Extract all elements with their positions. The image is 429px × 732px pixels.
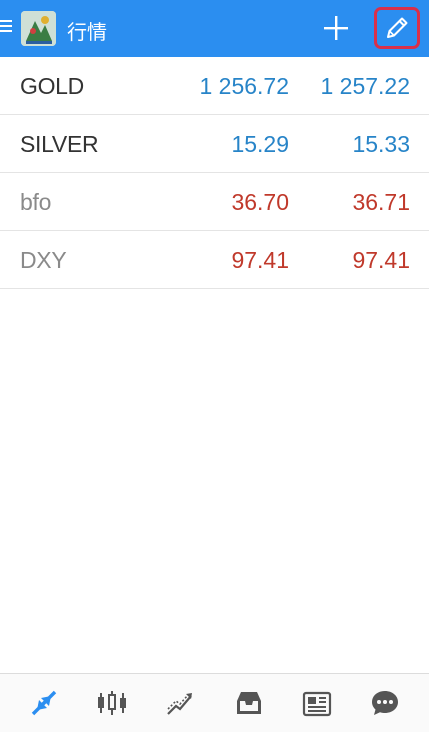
symbol-name: bfo (20, 189, 52, 215)
nav-mailbox[interactable] (224, 678, 274, 728)
chat-icon (371, 691, 398, 715)
nav-trade[interactable] (155, 678, 205, 728)
bid-price: 15.29 (231, 131, 289, 157)
news-icon (302, 691, 331, 717)
menu-icon[interactable] (0, 20, 12, 36)
nav-chat[interactable] (360, 678, 410, 728)
page-title: 行情 (67, 20, 107, 44)
bid-price: 36.70 (231, 189, 289, 215)
quote-row[interactable]: DXY 97.41 97.41 (0, 231, 429, 289)
candlestick-chart-icon (98, 691, 127, 715)
nav-quotes[interactable] (19, 678, 69, 728)
ask-price: 97.41 (352, 247, 410, 273)
edit-button[interactable] (374, 7, 420, 49)
symbol-name: GOLD (20, 73, 84, 99)
inbox-icon (236, 692, 261, 714)
pencil-icon (387, 17, 408, 38)
top-app-bar: 行情 (0, 0, 429, 57)
ask-price: 15.33 (352, 131, 410, 157)
quote-row[interactable]: GOLD 1 256.72 1 257.22 (0, 57, 429, 115)
bottom-navigation (0, 673, 429, 732)
quotes-list: GOLD 1 256.72 1 257.22 SILVER 15.29 15.3… (0, 57, 429, 289)
ask-price: 36.71 (352, 189, 410, 215)
app-logo[interactable] (21, 11, 56, 46)
quote-row[interactable]: SILVER 15.29 15.33 (0, 115, 429, 173)
nav-chart[interactable] (87, 678, 137, 728)
trade-icon (167, 693, 193, 715)
symbol-name: SILVER (20, 131, 99, 157)
bid-price: 1 256.72 (199, 73, 289, 99)
ask-price: 1 257.22 (320, 73, 410, 99)
bid-price: 97.41 (231, 247, 289, 273)
nav-news[interactable] (292, 678, 342, 728)
add-symbol-button[interactable] (318, 10, 354, 46)
quote-row[interactable]: bfo 36.70 36.71 (0, 173, 429, 231)
symbol-name: DXY (20, 247, 67, 273)
quotes-arrows-icon (31, 690, 57, 716)
plus-icon (324, 16, 348, 40)
